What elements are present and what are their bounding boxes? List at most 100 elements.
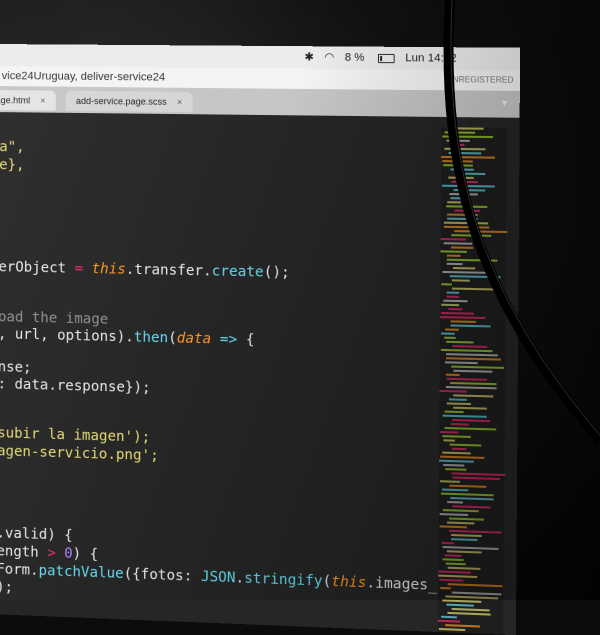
menubar-status: ✱ ◠ 8 % Lun 14:02 bbox=[304, 50, 456, 64]
minimap-line bbox=[437, 619, 460, 623]
minimap-line bbox=[450, 143, 465, 146]
wifi-icon[interactable]: ◠ bbox=[324, 50, 334, 63]
minimap-line bbox=[439, 459, 474, 463]
minimap-line bbox=[446, 205, 488, 208]
minimap-line bbox=[446, 262, 463, 266]
minimap-line bbox=[439, 389, 467, 393]
minimap-line bbox=[444, 336, 456, 339]
minimap-line bbox=[439, 480, 460, 483]
code-token: { bbox=[237, 331, 255, 349]
code-token: , url, options). bbox=[0, 326, 134, 346]
code-token: this bbox=[331, 573, 367, 592]
tab-label: add-service.page.scss bbox=[75, 95, 167, 107]
minimap-line bbox=[449, 517, 484, 521]
minimap-line bbox=[440, 430, 459, 434]
minimap-line bbox=[440, 316, 486, 320]
close-icon[interactable]: × bbox=[40, 96, 45, 106]
tab-page-html[interactable]: age.html × bbox=[0, 89, 56, 111]
minimap-line bbox=[451, 234, 492, 237]
minimap-line bbox=[450, 320, 476, 323]
code-token: erObject bbox=[0, 259, 75, 277]
minimap-line bbox=[444, 426, 497, 431]
minimap-line bbox=[443, 439, 455, 442]
minimap-line bbox=[451, 447, 467, 451]
minimap-line bbox=[441, 283, 452, 286]
minimap-line bbox=[440, 332, 455, 335]
code-line[interactable]: : data.response}); bbox=[0, 375, 151, 397]
minimap-line bbox=[453, 394, 494, 398]
menubar-clock[interactable]: Lun 14:02 bbox=[405, 52, 456, 65]
battery-icon[interactable] bbox=[377, 53, 395, 64]
minimap-line bbox=[450, 197, 467, 200]
tab-add-service-scss[interactable]: add-service.page.scss × bbox=[65, 90, 193, 113]
minimap-line bbox=[440, 348, 493, 353]
minimap-line bbox=[442, 558, 464, 562]
tab-dropdown-icon[interactable]: ▼ bbox=[500, 98, 510, 108]
minimap-line bbox=[451, 591, 502, 596]
code-token: then bbox=[133, 329, 169, 347]
minimap-line bbox=[444, 410, 464, 414]
minimap-line bbox=[451, 607, 490, 612]
code-token: .transfer. bbox=[125, 261, 212, 280]
code-line[interactable]: , url, options).then(data => { bbox=[0, 325, 255, 349]
code-token: > bbox=[47, 545, 56, 562]
code-line[interactable]: agen-servicio.png'; bbox=[0, 442, 159, 465]
code-token: ength bbox=[0, 543, 48, 562]
minimap-line bbox=[438, 570, 471, 574]
code-line[interactable]: erObject = this.transfer.create(); bbox=[0, 258, 290, 282]
minimap-line bbox=[452, 476, 501, 481]
minimap-line bbox=[445, 562, 466, 566]
minimap-line bbox=[448, 398, 467, 401]
minimap-line bbox=[440, 455, 485, 459]
minimap-line bbox=[451, 418, 490, 423]
minimap-line bbox=[445, 624, 481, 628]
code-line[interactable]: nse; bbox=[0, 358, 32, 377]
code-line[interactable]: Form.patchValue({fotos: JSON.stringify(t… bbox=[0, 560, 464, 596]
minimap-line bbox=[453, 406, 487, 410]
minimap-line bbox=[446, 340, 474, 344]
minimap-line bbox=[441, 541, 455, 545]
minimap-line bbox=[447, 201, 461, 204]
minimap-line bbox=[453, 369, 493, 373]
minimap-line bbox=[452, 345, 488, 348]
code-line[interactable]: e}, bbox=[0, 156, 25, 174]
code-token: ({fotos: bbox=[123, 565, 201, 586]
battery-percent: 8 % bbox=[344, 51, 365, 64]
bluetooth-icon[interactable]: ✱ bbox=[304, 50, 314, 63]
code-line[interactable]: ); bbox=[0, 578, 13, 597]
minimap-line bbox=[446, 353, 498, 357]
minimap-line bbox=[444, 554, 462, 557]
minimap-line bbox=[447, 583, 503, 588]
minimap-line bbox=[439, 513, 469, 517]
code-token: => bbox=[219, 331, 238, 349]
minimap-line bbox=[446, 377, 488, 381]
monitor-screen: ✱ ◠ 8 % Lun 14:02 vice24Uruguay, deliver… bbox=[0, 44, 521, 635]
minimap-line bbox=[443, 299, 468, 303]
code-line[interactable]: a", bbox=[0, 138, 25, 156]
minimap[interactable] bbox=[437, 127, 508, 635]
code-token: nse; bbox=[0, 359, 32, 377]
code-token: (); bbox=[263, 264, 290, 282]
minimap-line bbox=[454, 230, 508, 234]
close-icon[interactable]: × bbox=[177, 97, 182, 107]
minimap-line bbox=[442, 270, 486, 274]
minimap-line bbox=[447, 213, 478, 217]
minimap-line bbox=[450, 423, 469, 426]
code-token: ); bbox=[0, 579, 14, 596]
code-token: a", bbox=[0, 139, 25, 156]
minimap-line bbox=[443, 164, 473, 167]
minimap-line bbox=[451, 279, 470, 282]
minimap-line bbox=[454, 172, 486, 176]
code-editor[interactable]: a", e}, erObject = this.transfer.create();… bbox=[0, 111, 520, 635]
minimap-line bbox=[441, 311, 474, 315]
minimap-line bbox=[450, 381, 497, 386]
code-token: Form. bbox=[0, 561, 39, 579]
code-token: ( bbox=[168, 330, 177, 347]
code-token: ( bbox=[322, 573, 332, 590]
minimap-line bbox=[442, 451, 471, 455]
minimap-line bbox=[442, 509, 479, 513]
minimap-line bbox=[443, 463, 465, 467]
minimap-line bbox=[446, 258, 498, 262]
